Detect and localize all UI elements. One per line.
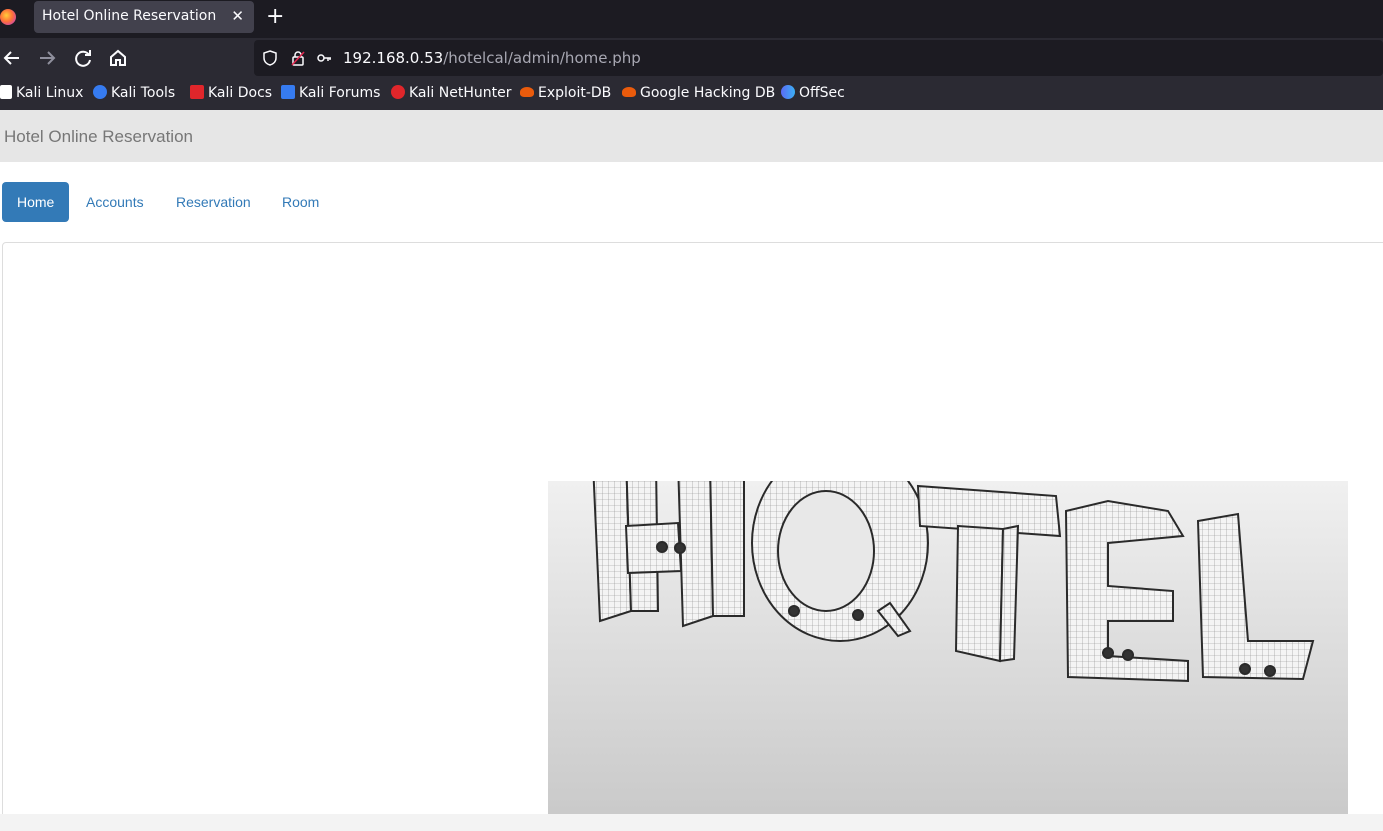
site-navbar: Hotel Online Reservation bbox=[0, 110, 1383, 162]
bookmark-label: Kali Tools bbox=[111, 85, 176, 101]
bookmark-google-hacking-db[interactable]: Google Hacking DB bbox=[622, 85, 775, 103]
kali-dragon-icon bbox=[0, 85, 12, 99]
bookmark-offsec[interactable]: OffSec bbox=[781, 85, 845, 103]
bookmark-kali-linux[interactable]: Kali Linux bbox=[0, 85, 83, 103]
nethunter-icon bbox=[391, 85, 405, 99]
arrow-left-icon bbox=[3, 51, 19, 65]
browser-tab-bar: Hotel Online Reservation ✕ + bbox=[0, 0, 1383, 38]
bookmarks-toolbar: Kali Linux Kali Tools Kali Docs Kali For… bbox=[0, 78, 1383, 110]
kali-docs-icon bbox=[190, 85, 204, 99]
url-text[interactable]: 192.168.0.53/hotelcal/admin/home.php bbox=[343, 49, 641, 67]
bookmark-label: OffSec bbox=[799, 85, 845, 101]
hotel-hero-image bbox=[548, 481, 1348, 821]
nav-accounts[interactable]: Accounts bbox=[71, 182, 159, 222]
bookmark-label: Kali Docs bbox=[208, 85, 273, 101]
close-icon[interactable]: ✕ bbox=[231, 7, 244, 25]
bookmark-label: Kali Linux bbox=[16, 85, 84, 101]
exploitdb-icon bbox=[520, 87, 534, 97]
firefox-icon bbox=[0, 9, 16, 25]
forward-button[interactable] bbox=[35, 46, 59, 70]
bookmark-kali-nethunter[interactable]: Kali NetHunter bbox=[391, 85, 511, 103]
url-host: 192.168.0.53 bbox=[343, 49, 444, 67]
reload-icon bbox=[75, 50, 91, 67]
bookmark-kali-tools[interactable]: Kali Tools bbox=[93, 85, 175, 103]
nav-room[interactable]: Room bbox=[267, 182, 334, 222]
page-bottom bbox=[0, 814, 1383, 831]
arrow-right-icon bbox=[40, 51, 56, 65]
kali-forums-icon bbox=[281, 85, 295, 99]
home-icon bbox=[110, 49, 126, 66]
bookmark-label: Kali Forums bbox=[299, 85, 381, 101]
back-button[interactable] bbox=[0, 46, 24, 70]
hotel-letters-graphic bbox=[548, 481, 1348, 821]
url-bar[interactable]: 192.168.0.53/hotelcal/admin/home.php bbox=[254, 40, 1383, 76]
insecure-lock-icon[interactable] bbox=[290, 50, 306, 66]
bookmark-label: Google Hacking DB bbox=[640, 85, 776, 101]
home-button[interactable] bbox=[106, 46, 130, 70]
bookmark-label: Kali NetHunter bbox=[409, 85, 512, 101]
bookmark-label: Exploit-DB bbox=[538, 85, 612, 101]
content-panel bbox=[2, 242, 1383, 822]
new-tab-button[interactable]: + bbox=[266, 4, 284, 29]
site-brand[interactable]: Hotel Online Reservation bbox=[4, 127, 193, 147]
nav-reservation[interactable]: Reservation bbox=[161, 182, 266, 222]
reload-button[interactable] bbox=[71, 46, 95, 70]
browser-toolbar: 192.168.0.53/hotelcal/admin/home.php bbox=[0, 38, 1383, 78]
kali-tools-icon bbox=[93, 85, 107, 99]
browser-tab[interactable]: Hotel Online Reservation ✕ bbox=[34, 1, 254, 33]
tab-title: Hotel Online Reservation bbox=[42, 8, 217, 24]
nav-home[interactable]: Home bbox=[2, 182, 70, 222]
bookmark-exploit-db[interactable]: Exploit-DB bbox=[520, 85, 611, 103]
ghdb-icon bbox=[622, 87, 636, 97]
key-icon[interactable] bbox=[316, 50, 332, 66]
shield-icon[interactable] bbox=[262, 50, 278, 66]
offsec-icon bbox=[781, 85, 795, 99]
url-path: /hotelcal/admin/home.php bbox=[443, 49, 641, 67]
bookmark-kali-forums[interactable]: Kali Forums bbox=[281, 85, 380, 103]
bookmark-kali-docs[interactable]: Kali Docs bbox=[190, 85, 272, 103]
